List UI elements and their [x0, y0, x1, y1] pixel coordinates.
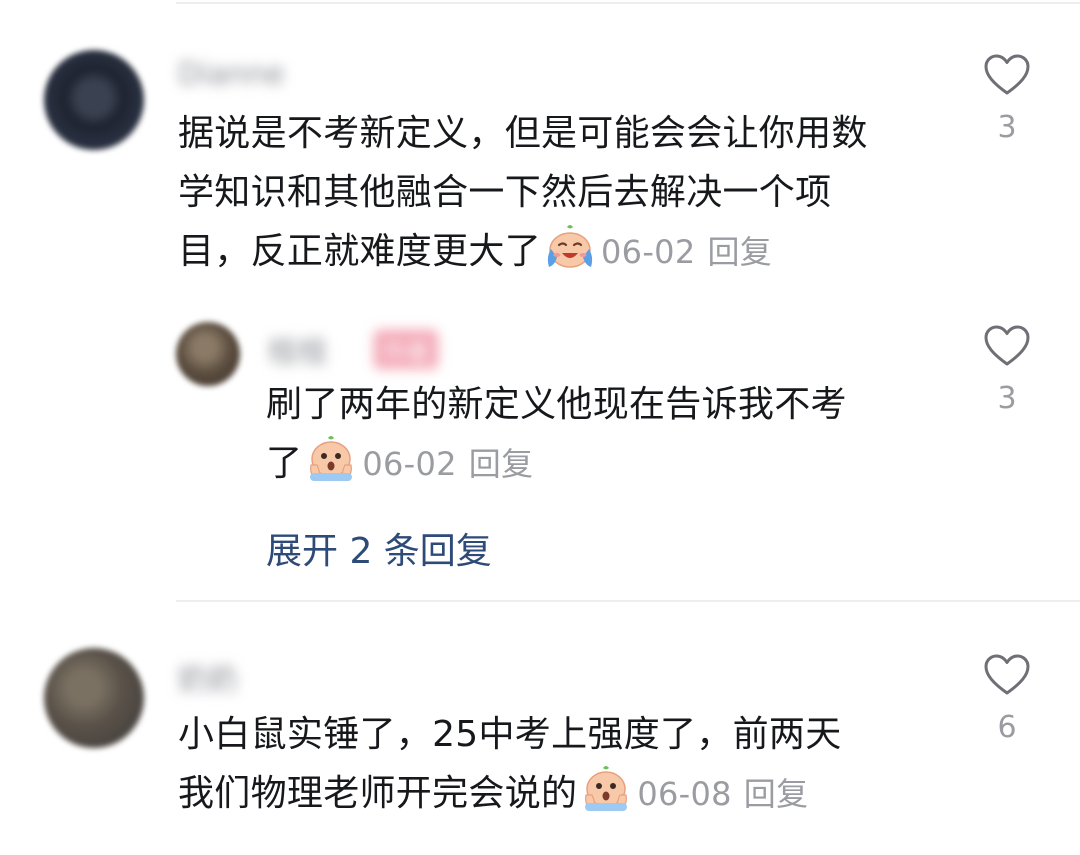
reply-button[interactable]: 回复	[708, 233, 773, 271]
comment-username[interactable]: 奶奶	[178, 655, 238, 699]
reply-button[interactable]: 回复	[469, 445, 534, 483]
heart-outline-icon	[984, 325, 1030, 366]
comment-line: 刷了两年的新定义他现在告诉我不考	[266, 384, 847, 425]
comment-line-last: 目，反正就难度更大了 06-02 回复	[178, 222, 968, 282]
avatar[interactable]	[44, 648, 144, 748]
like-count: 6	[997, 710, 1017, 745]
comment-text: 小白鼠实锤了，25中考上强度了，前两天 我们物理老师开完会说的 06-08 回复	[178, 705, 968, 824]
comment-date: 06-08	[637, 775, 732, 813]
comment-divider	[176, 600, 1080, 602]
comment-line-last: 了 06-02 回复	[266, 434, 946, 494]
comment-date: 06-02	[601, 233, 696, 271]
laughing-tears-emoji	[547, 225, 593, 268]
reply-text: 刷了两年的新定义他现在告诉我不考 了 06-02 回复	[266, 375, 946, 494]
comment-line: 了	[266, 443, 303, 484]
avatar[interactable]	[176, 322, 240, 386]
reply-button[interactable]: 回复	[744, 775, 809, 813]
like-button[interactable]: 3	[977, 325, 1037, 416]
like-button[interactable]: 6	[977, 654, 1037, 745]
expand-replies-link[interactable]: 展开 2 条回复	[266, 522, 492, 574]
like-button[interactable]: 3	[977, 54, 1037, 145]
reply-username[interactable]: 桂桂	[268, 327, 328, 371]
comment-line: 我们物理老师开完会说的	[178, 773, 578, 814]
avatar[interactable]	[44, 50, 144, 150]
like-count: 3	[997, 110, 1017, 145]
comment-line: 小白鼠实锤了，25中考上强度了，前两天	[178, 714, 842, 755]
top-divider	[176, 2, 1080, 4]
scared-emoji	[310, 436, 353, 481]
comment-line: 学知识和其他融合一下然后去解决一个项	[178, 172, 832, 213]
reply-date: 06-02	[362, 445, 457, 483]
heart-outline-icon	[984, 654, 1030, 695]
author-badge: 作者	[374, 330, 438, 369]
comment-text: 据说是不考新定义，但是可能会会让你用数 学知识和其他融合一下然后去解决一个项 目…	[178, 104, 968, 282]
comment-username[interactable]: Dianne	[178, 57, 284, 92]
heart-outline-icon	[984, 54, 1030, 95]
comment-line: 据说是不考新定义，但是可能会会让你用数	[178, 113, 868, 154]
comment-line-last: 我们物理老师开完会说的 06-08 回复	[178, 764, 968, 824]
like-count: 3	[997, 381, 1017, 416]
scared-emoji	[585, 766, 628, 811]
comment-line: 目，反正就难度更大了	[178, 231, 542, 272]
